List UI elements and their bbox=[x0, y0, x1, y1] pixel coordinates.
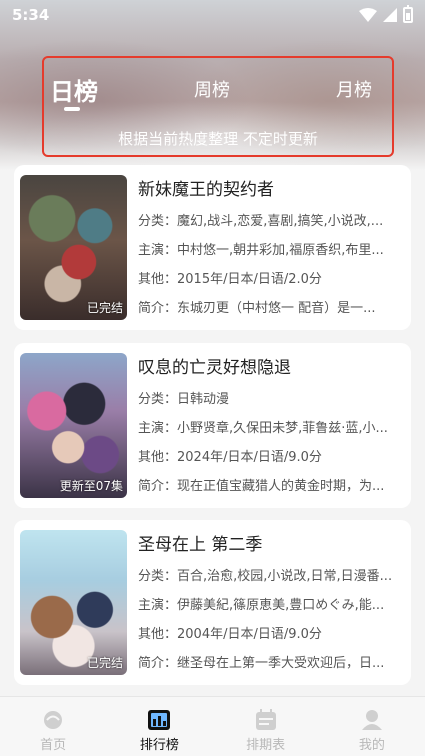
cover-badge: 更新至07集 bbox=[59, 479, 123, 493]
cast-value: 伊藤美紀,篠原恵美,豊口めぐみ,能... bbox=[177, 598, 385, 613]
other-value: 2004年/日本/日语/9.0分 bbox=[177, 627, 322, 642]
status-icons bbox=[359, 5, 413, 23]
calendar-icon bbox=[255, 709, 276, 730]
item-title: 新妹魔王的契约者 bbox=[138, 180, 274, 200]
item-summary: 简介：继圣母在上第一季大受欢迎后，日... bbox=[138, 649, 404, 678]
category-value: 魔幻,战斗,恋爱,喜剧,搞笑,小说改,... bbox=[177, 214, 384, 229]
item-category: 分类：日韩动漫 bbox=[138, 385, 404, 414]
cover-badge: 已完结 bbox=[86, 301, 123, 315]
cover-image: 已完结 bbox=[20, 530, 127, 675]
nav-label: 首页 bbox=[40, 738, 67, 753]
category-label: 分类： bbox=[138, 392, 178, 407]
cover-image: 更新至07集 bbox=[20, 353, 127, 498]
summary-label: 简介： bbox=[138, 301, 178, 316]
bottom-nav: 首页 排行榜 排期表 我的 bbox=[0, 696, 425, 756]
category-value: 日韩动漫 bbox=[177, 392, 230, 407]
summary-label: 简介： bbox=[138, 479, 178, 494]
nav-label: 我的 bbox=[358, 738, 385, 753]
other-value: 2015年/日本/日语/2.0分 bbox=[177, 272, 322, 287]
wifi-icon bbox=[359, 8, 377, 22]
summary-value: 继圣母在上第一季大受欢迎后，日... bbox=[177, 656, 385, 671]
list-item[interactable]: 已完结 圣母在上 第二季 分类：百合,治愈,校园,小说改,日常,日漫番... 主… bbox=[14, 520, 411, 685]
other-label: 其他： bbox=[138, 627, 178, 642]
nav-schedule[interactable]: 排期表 bbox=[213, 697, 319, 756]
nav-ranking[interactable]: 排行榜 bbox=[106, 697, 212, 756]
cast-label: 主演： bbox=[138, 421, 178, 436]
category-label: 分类： bbox=[138, 214, 178, 229]
category-label: 分类： bbox=[138, 569, 178, 584]
item-cast: 主演：小野贤章,久保田未梦,菲鲁兹·蓝,小... bbox=[138, 414, 404, 443]
battery-icon bbox=[403, 5, 413, 23]
cast-label: 主演： bbox=[138, 243, 178, 258]
category-value: 百合,治愈,校园,小说改,日常,日漫番... bbox=[177, 569, 393, 584]
nav-profile[interactable]: 我的 bbox=[319, 697, 425, 756]
active-tab-indicator bbox=[64, 107, 80, 111]
item-title: 圣母在上 第二季 bbox=[138, 535, 263, 555]
cover-image: 已完结 bbox=[20, 175, 127, 320]
other-value: 2024年/日本/日语/9.0分 bbox=[177, 450, 322, 465]
item-title: 叹息的亡灵好想隐退 bbox=[138, 358, 291, 378]
other-label: 其他： bbox=[138, 450, 178, 465]
ranking-hint: 根据当前热度整理 不定时更新 bbox=[118, 130, 318, 148]
cast-value: 小野贤章,久保田未梦,菲鲁兹·蓝,小... bbox=[177, 421, 388, 436]
profile-icon bbox=[361, 710, 382, 730]
cast-value: 中村悠一,朝井彩加,福原香织,布里... bbox=[177, 243, 384, 258]
cellular-icon bbox=[383, 8, 397, 22]
tab-weekly[interactable]: 周榜 bbox=[194, 76, 230, 102]
ranking-tabs: 日榜 周榜 月榜 根据当前热度整理 不定时更新 bbox=[42, 56, 394, 157]
nav-home[interactable]: 首页 bbox=[0, 697, 106, 756]
status-time: 5:34 bbox=[12, 6, 50, 24]
item-other: 其他：2004年/日本/日语/9.0分 bbox=[138, 620, 404, 649]
cover-badge: 已完结 bbox=[86, 656, 123, 670]
other-label: 其他： bbox=[138, 272, 178, 287]
list-item[interactable]: 更新至07集 叹息的亡灵好想隐退 分类：日韩动漫 主演：小野贤章,久保田未梦,菲… bbox=[14, 343, 411, 508]
item-cast: 主演：中村悠一,朝井彩加,福原香织,布里... bbox=[138, 236, 404, 265]
tab-daily[interactable]: 日榜 bbox=[50, 72, 98, 107]
nav-label: 排行榜 bbox=[139, 738, 179, 753]
summary-value: 东城刃更（中村悠一 配音）是一... bbox=[177, 301, 376, 316]
nav-label: 排期表 bbox=[246, 738, 286, 753]
item-cast: 主演：伊藤美紀,篠原恵美,豊口めぐみ,能... bbox=[138, 591, 404, 620]
summary-value: 现在正值宝藏猎人的黄金时期，为... bbox=[177, 479, 385, 494]
home-icon bbox=[44, 711, 63, 729]
item-category: 分类：魔幻,战斗,恋爱,喜剧,搞笑,小说改,... bbox=[138, 207, 404, 236]
status-bar: 5:34 bbox=[0, 0, 425, 30]
item-summary: 简介：现在正值宝藏猎人的黄金时期，为... bbox=[138, 472, 404, 501]
item-other: 其他：2015年/日本/日语/2.0分 bbox=[138, 265, 404, 294]
ranking-icon bbox=[148, 710, 171, 730]
summary-label: 简介： bbox=[138, 656, 178, 671]
item-category: 分类：百合,治愈,校园,小说改,日常,日漫番... bbox=[138, 562, 404, 591]
tab-monthly[interactable]: 月榜 bbox=[336, 76, 372, 102]
item-summary: 简介：东城刃更（中村悠一 配音）是一... bbox=[138, 294, 404, 323]
item-other: 其他：2024年/日本/日语/9.0分 bbox=[138, 443, 404, 472]
list-item[interactable]: 已完结 新妹魔王的契约者 分类：魔幻,战斗,恋爱,喜剧,搞笑,小说改,... 主… bbox=[14, 165, 411, 330]
cast-label: 主演： bbox=[138, 598, 178, 613]
